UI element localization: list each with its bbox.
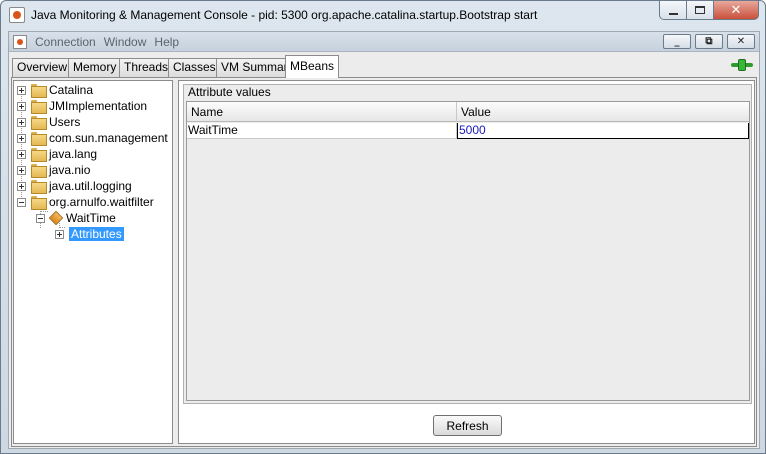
column-header-name[interactable]: Name [187,102,457,122]
maximize-button[interactable] [686,1,714,20]
expand-icon[interactable] [17,85,26,95]
tree-node-label: Catalina [49,83,94,97]
tree-node-label: Users [49,115,81,129]
tree-node-attributes[interactable]: Attributes [55,226,124,242]
expand-icon[interactable] [55,229,64,239]
folder-icon [31,180,47,194]
tree-node-label: java.lang [49,147,98,161]
menu-items: Connection Window Help [35,35,179,49]
attribute-name-cell: WaitTime [187,123,457,139]
frame-close-button[interactable]: ✕ [727,34,755,49]
menu-bar: Connection Window Help _ ⧉ ✕ [9,32,759,52]
folder-icon [31,100,47,114]
attribute-value-cell[interactable]: 5000 [457,123,749,139]
expand-icon[interactable] [17,117,26,127]
tab-memory[interactable]: Memory [68,58,122,77]
tree-node-label: org.arnulfo.waitfilter [49,195,154,209]
collapse-icon[interactable] [36,213,45,223]
tab-mbeans[interactable]: MBeans [285,55,340,78]
tree-node-label: java.util.logging [49,179,132,193]
frame-minimize-button[interactable]: _ [663,34,691,49]
attribute-detail-panel: Attribute values Name Value WaitTime 500… [178,80,755,444]
column-header-value[interactable]: Value [457,102,749,122]
menu-window[interactable]: Window [104,35,147,49]
tree-node-label: java.nio [49,163,91,177]
collapse-icon[interactable] [17,197,26,207]
tree-node[interactable]: java.lang [17,146,97,162]
tree-node-label: Attributes [69,227,124,241]
window-controls: ✕ [659,1,759,21]
frame-restore-button[interactable]: ⧉ [695,34,723,49]
folder-icon [31,148,47,162]
mbean-tree[interactable]: Catalina JMImplementation Users com.sun.… [13,80,173,444]
tree-node[interactable]: JMImplementation [17,98,147,114]
tree-node-label: WaitTime [66,211,116,225]
connected-plug-icon [731,59,753,71]
tab-classes[interactable]: Classes [168,58,221,77]
mbean-icon [48,210,64,226]
title-bar[interactable]: Java Monitoring & Management Console - p… [1,1,765,29]
close-icon: ✕ [736,35,746,47]
close-button[interactable]: ✕ [713,1,759,20]
attribute-values-group: Attribute values Name Value WaitTime 500… [183,84,752,404]
tree-node[interactable]: com.sun.management [17,130,168,146]
tree-node-mbean[interactable]: WaitTime [36,210,116,226]
menu-help[interactable]: Help [154,35,179,49]
tree-node[interactable]: Catalina [17,82,93,98]
folder-icon [31,116,47,130]
tree-node-expanded[interactable]: org.arnulfo.waitfilter [17,194,154,210]
folder-icon [31,196,47,210]
maximize-icon [695,6,705,14]
tab-threads[interactable]: Threads [119,58,174,77]
tree-node[interactable]: java.util.logging [17,178,132,194]
java-icon [9,7,25,23]
tab-strip: Overview Memory Threads Classes VM Summa… [9,53,759,78]
folder-icon [31,164,47,178]
mbeans-tab-content: Catalina JMImplementation Users com.sun.… [11,77,757,447]
expand-icon[interactable] [17,133,26,143]
table-row[interactable]: WaitTime 5000 [187,123,749,139]
expand-icon[interactable] [17,149,26,159]
folder-icon [31,132,47,146]
tree-node[interactable]: Users [17,114,80,130]
app-window: Java Monitoring & Management Console - p… [0,0,766,454]
attribute-table: Name Value WaitTime 5000 [186,101,750,401]
client-area: Connection Window Help _ ⧉ ✕ Overview Me… [8,31,760,449]
tree-node-label: JMImplementation [49,99,148,113]
java-icon[interactable] [13,35,27,49]
frame-controls: _ ⧉ ✕ [663,34,755,49]
close-icon: ✕ [730,2,742,18]
window-title: Java Monitoring & Management Console - p… [31,8,538,22]
group-title: Attribute values [188,85,271,99]
expand-icon[interactable] [17,165,26,175]
minimize-button[interactable] [659,1,687,20]
minimize-icon: _ [674,35,680,47]
folder-icon [31,84,47,98]
expand-icon[interactable] [17,181,26,191]
expand-icon[interactable] [17,101,26,111]
tree-node-label: com.sun.management [49,131,168,145]
minimize-icon [668,12,678,15]
table-header: Name Value [187,102,749,122]
tree-node[interactable]: java.nio [17,162,90,178]
refresh-button[interactable]: Refresh [433,415,502,436]
tab-overview[interactable]: Overview [12,58,73,77]
menu-connection[interactable]: Connection [35,35,96,49]
restore-icon: ⧉ [705,35,713,47]
